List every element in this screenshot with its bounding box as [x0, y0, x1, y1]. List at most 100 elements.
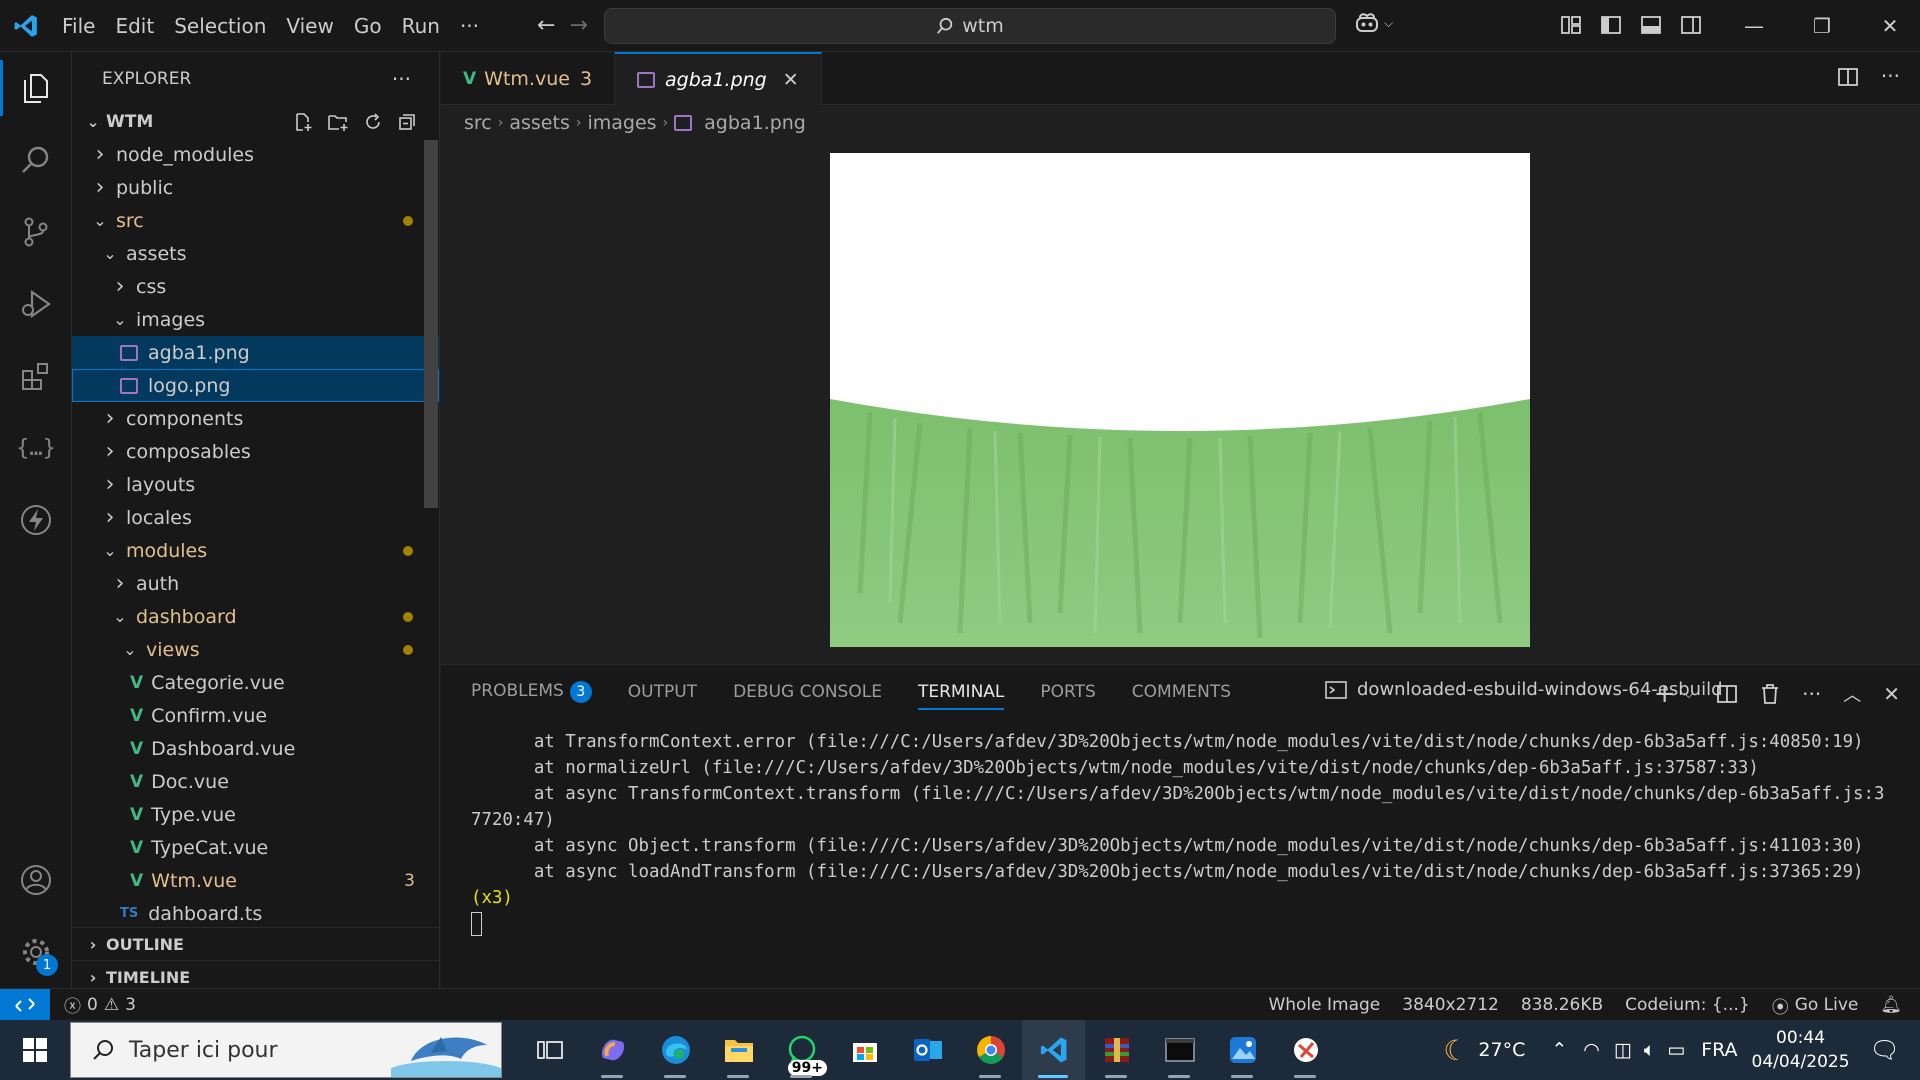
remote-indicator-icon[interactable]: [0, 988, 50, 1021]
accounts-icon[interactable]: [0, 844, 72, 916]
tree-folder[interactable]: › css: [72, 270, 439, 303]
refresh-icon[interactable]: [363, 112, 383, 132]
source-control-icon[interactable]: [0, 196, 72, 268]
tree-folder[interactable]: ⌄ assets: [72, 237, 439, 270]
tree-file[interactable]: V Dashboard.vue: [72, 732, 439, 765]
tree-folder[interactable]: › auth: [72, 567, 439, 600]
breadcrumb-item[interactable]: assets: [509, 112, 569, 134]
clock[interactable]: 00:44 04/04/2025: [1752, 1026, 1850, 1074]
go-live-button[interactable]: ⦿ Go Live: [1772, 993, 1859, 1018]
whatsapp-icon[interactable]: 99+: [770, 1020, 833, 1080]
new-terminal-icon[interactable]: +: [1654, 679, 1676, 709]
panel-tab-output[interactable]: OUTPUT: [628, 682, 697, 702]
breadcrumb-item[interactable]: src: [464, 112, 492, 134]
search-icon[interactable]: [0, 124, 72, 196]
menu-view[interactable]: View: [276, 8, 343, 44]
close-tab-icon[interactable]: ✕: [783, 69, 799, 91]
notification-center-icon[interactable]: 🗨︎: [1870, 1036, 1900, 1064]
tree-folder[interactable]: › composables: [72, 435, 439, 468]
copilot-app-icon[interactable]: [581, 1020, 644, 1080]
taskbar-search[interactable]: Taper ici pour: [70, 1022, 502, 1078]
json-braces-icon[interactable]: {…}: [0, 412, 72, 484]
photos-app-icon[interactable]: [1211, 1020, 1274, 1080]
weather-temp[interactable]: 27°C: [1478, 1039, 1525, 1061]
workspace-root[interactable]: ⌄ WTM: [72, 106, 439, 138]
split-editor-icon[interactable]: [1837, 66, 1859, 88]
new-folder-icon[interactable]: [327, 112, 349, 132]
extensions-icon[interactable]: [0, 340, 72, 412]
editor-more-button[interactable]: ···: [1881, 66, 1900, 88]
tree-file[interactable]: V Doc.vue: [72, 765, 439, 798]
edge-browser-icon[interactable]: [644, 1020, 707, 1080]
tree-file[interactable]: TS dahboard.ts: [72, 897, 439, 930]
task-view-icon[interactable]: [518, 1020, 581, 1080]
panel-more-button[interactable]: ···: [1802, 682, 1821, 706]
menu-file[interactable]: File: [52, 8, 105, 44]
microsoft-store-icon[interactable]: [833, 1020, 896, 1080]
minimize-icon[interactable]: —: [1720, 0, 1788, 52]
codeium-status[interactable]: Codeium: {...}: [1625, 995, 1750, 1015]
volume-icon[interactable]: 🔈︎: [1644, 1039, 1655, 1061]
tree-folder[interactable]: › locales: [72, 501, 439, 534]
new-file-icon[interactable]: [293, 112, 313, 132]
tree-file[interactable]: logo.png: [72, 369, 439, 402]
tree-file[interactable]: V Wtm.vue 3: [72, 864, 439, 897]
weather-moon-icon[interactable]: ☾: [1443, 1034, 1468, 1067]
toggle-panel-icon[interactable]: [1640, 14, 1662, 36]
terminal-output[interactable]: at TransformContext.error (file:///C:/Us…: [471, 729, 1891, 937]
tab-agba1-png[interactable]: agba1.png ✕: [615, 52, 822, 105]
tree-folder[interactable]: ⌄ images: [72, 303, 439, 336]
outlook-icon[interactable]: [896, 1020, 959, 1080]
file-explorer-icon[interactable]: [707, 1020, 770, 1080]
breadcrumb-item[interactable]: agba1.png: [704, 112, 806, 134]
panel-tab-debug-console[interactable]: DEBUG CONSOLE: [733, 682, 882, 702]
tray-expand-icon[interactable]: ⌃: [1551, 1039, 1567, 1061]
tree-file[interactable]: agba1.png: [72, 336, 439, 369]
sidebar-scrollbar[interactable]: [424, 140, 438, 508]
lightning-icon[interactable]: [0, 484, 72, 556]
keyboard-language[interactable]: FRA: [1701, 1039, 1737, 1061]
explorer-more-button[interactable]: ···: [392, 67, 411, 91]
tree-folder[interactable]: › components: [72, 402, 439, 435]
terminal-app-icon[interactable]: [1148, 1020, 1211, 1080]
tree-folder[interactable]: ⌄ views: [72, 633, 439, 666]
winrar-icon[interactable]: [1085, 1020, 1148, 1080]
tree-file[interactable]: V Confirm.vue: [72, 699, 439, 732]
tree-file[interactable]: V TypeCat.vue: [72, 831, 439, 864]
panel-tab-problems[interactable]: PROBLEMS 3: [471, 681, 592, 703]
copilot-menu[interactable]: ⌵: [1354, 12, 1393, 34]
chevron-down-icon[interactable]: ⌵: [1684, 686, 1695, 702]
explorer-icon[interactable]: [0, 52, 72, 124]
snipping-tool-icon[interactable]: [1274, 1020, 1337, 1080]
trash-icon[interactable]: [1760, 683, 1780, 705]
more-menu-button[interactable]: ···: [450, 8, 489, 44]
outline-section[interactable]: › OUTLINE: [72, 927, 440, 960]
restore-icon[interactable]: ❐: [1788, 0, 1856, 52]
tree-folder[interactable]: › public: [72, 171, 439, 204]
panel-tab-comments[interactable]: COMMENTS: [1132, 682, 1231, 702]
close-window-icon[interactable]: ✕: [1856, 0, 1920, 52]
problems-status[interactable]: ⓧ 0 ⚠ 3: [64, 992, 136, 1018]
tree-file[interactable]: V Type.vue: [72, 798, 439, 831]
back-arrow-icon[interactable]: ←: [537, 13, 555, 38]
split-terminal-icon[interactable]: [1716, 683, 1738, 705]
maximize-panel-icon[interactable]: ︿: [1843, 681, 1861, 707]
menu-go[interactable]: Go: [344, 8, 392, 44]
tree-folder[interactable]: ⌄ dashboard: [72, 600, 439, 633]
menu-edit[interactable]: Edit: [105, 8, 164, 44]
chrome-icon[interactable]: [959, 1020, 1022, 1080]
tree-file[interactable]: V Categorie.vue: [72, 666, 439, 699]
windows-start-icon[interactable]: [0, 1020, 70, 1080]
panel-tab-terminal[interactable]: TERMINAL: [917, 682, 1005, 710]
menu-selection[interactable]: Selection: [164, 8, 276, 44]
collapse-all-icon[interactable]: [397, 112, 417, 132]
breadcrumb-item[interactable]: images: [587, 112, 656, 134]
tab-wtm-vue[interactable]: V Wtm.vue 3: [441, 52, 616, 105]
vscode-taskbar-icon[interactable]: [1022, 1020, 1085, 1080]
battery-icon[interactable]: ▭: [1667, 1039, 1685, 1061]
panel-tab-ports[interactable]: PORTS: [1040, 682, 1095, 702]
tree-folder[interactable]: ⌄ src: [72, 204, 439, 237]
settings-gear-icon[interactable]: 1: [0, 916, 72, 988]
run-debug-icon[interactable]: [0, 268, 72, 340]
menu-run[interactable]: Run: [392, 8, 450, 44]
